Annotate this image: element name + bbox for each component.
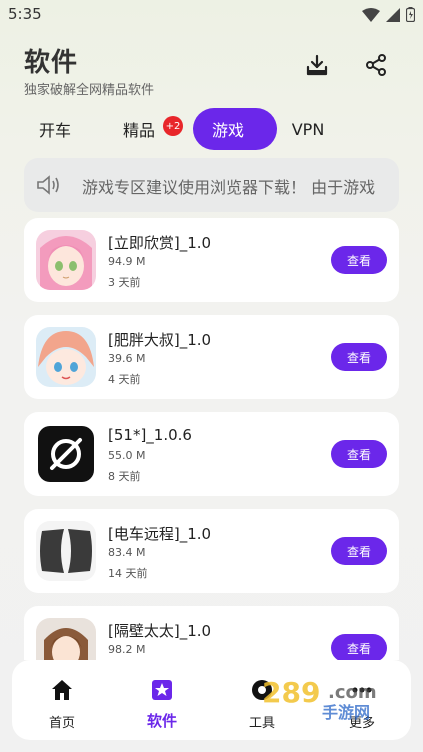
status-bar: 5:35 <box>0 0 423 30</box>
app-updated-time: 14 天前 <box>108 567 148 580</box>
app-updated-time: 4 天前 <box>108 373 141 386</box>
app-size: 39.6 M <box>108 352 146 365</box>
app-card[interactable]: [51*]_1.0.6 55.0 M 8 天前 查看 <box>24 412 399 496</box>
app-updated-time: 8 天前 <box>108 470 141 483</box>
app-card[interactable]: [肥胖大叔]_1.0 39.6 M 4 天前 查看 <box>24 315 399 399</box>
app-name: [隔壁太太]_1.0 <box>108 622 212 640</box>
header: 软件 独家破解全网精品软件 <box>0 30 423 100</box>
view-button[interactable]: 查看 <box>331 634 387 660</box>
svg-text:289: 289 <box>262 676 320 709</box>
view-button[interactable]: 查看 <box>331 343 387 371</box>
speaker-icon <box>36 174 62 200</box>
tab-kaiche[interactable]: 开车 <box>24 108 86 150</box>
signal-icon <box>386 7 400 26</box>
download-icon <box>305 53 329 81</box>
nav-item-software[interactable]: 软件 <box>122 660 202 740</box>
app-size: 55.0 M <box>108 449 146 462</box>
battery-icon <box>405 7 416 26</box>
app-size: 98.2 M <box>108 643 146 656</box>
app-name: [立即欣赏]_1.0 <box>108 234 212 252</box>
app-list: [立即欣赏]_1.0 94.9 M 3 天前 查看 [肥胖大叔]_1.0 39.… <box>0 218 423 660</box>
app-updated-time: 3 天前 <box>108 276 141 289</box>
category-tabs: 开车 精品 +2 游戏 VPN <box>0 108 423 152</box>
app-name: [肥胖大叔]_1.0 <box>108 331 212 349</box>
app-size: 83.4 M <box>108 546 146 559</box>
status-time: 5:35 <box>8 5 42 23</box>
app-card[interactable]: [电车远程]_1.0 83.4 M 14 天前 查看 <box>24 509 399 593</box>
notice-text: 游戏专区建议使用浏览器下载！ 由于游戏 <box>82 178 376 197</box>
svg-text:.com: .com <box>328 682 377 703</box>
notification-badge: +2 <box>163 116 183 136</box>
app-thumbnail <box>36 424 96 484</box>
page-subtitle: 独家破解全网精品软件 <box>24 83 155 98</box>
view-button[interactable]: 查看 <box>331 246 387 274</box>
app-card[interactable]: [立即欣赏]_1.0 94.9 M 3 天前 查看 <box>24 218 399 302</box>
nav-label: 首页 <box>48 716 75 731</box>
app-card[interactable]: [隔壁太太]_1.0 98.2 M 查看 <box>24 606 399 660</box>
page-title: 软件 <box>24 48 79 78</box>
app-thumbnail <box>36 230 96 290</box>
app-thumbnail <box>36 327 96 387</box>
app-size: 94.9 M <box>108 255 146 268</box>
tab-label: 游戏 <box>211 121 244 140</box>
app-thumbnail <box>36 618 96 660</box>
tab-vpn[interactable]: VPN <box>284 108 332 150</box>
notice-banner: 游戏专区建议使用浏览器下载！ 由于游戏 <box>24 158 399 212</box>
tab-label: VPN <box>291 119 325 139</box>
share-button[interactable] <box>361 52 391 82</box>
nav-label: 软件 <box>146 712 177 730</box>
tab-jingpin[interactable]: 精品 +2 <box>108 108 183 150</box>
download-button[interactable] <box>302 52 332 82</box>
app-name: [51*]_1.0.6 <box>108 426 192 444</box>
watermark-logo: 289 .com 手游网 <box>250 672 400 722</box>
tab-youxi[interactable]: 游戏 <box>193 108 277 150</box>
app-name: [电车远程]_1.0 <box>108 525 212 543</box>
nav-item-home[interactable]: 首页 <box>22 660 102 740</box>
tab-label: 开车 <box>38 121 71 140</box>
star-badge-icon <box>150 678 174 702</box>
view-button[interactable]: 查看 <box>331 537 387 565</box>
app-thumbnail <box>36 521 96 581</box>
status-icons <box>362 7 416 26</box>
tab-label: 精品 <box>122 121 155 140</box>
view-button[interactable]: 查看 <box>331 440 387 468</box>
share-icon <box>364 53 388 81</box>
svg-text:手游网: 手游网 <box>322 703 370 722</box>
wifi-icon <box>362 7 380 26</box>
home-icon <box>50 678 74 702</box>
